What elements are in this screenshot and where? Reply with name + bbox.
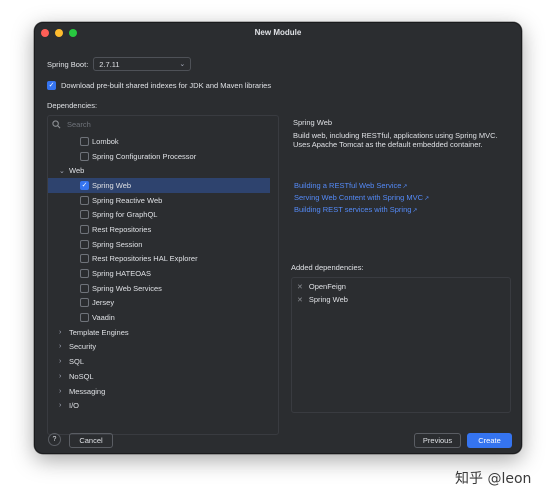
dependency-checkbox[interactable] [80,195,89,205]
dependency-label: Spring Session [92,239,143,249]
window-title: New Module [254,28,302,37]
spring-boot-version-select[interactable]: 2.7.11 ⌄ [93,57,192,71]
added-dependency-item: ✕ OpenFeign [297,282,346,291]
create-button[interactable]: Create [467,433,512,448]
dependencies-label: Dependencies: [47,101,98,110]
watermark: 知乎 @leon [455,471,532,487]
info-title: Spring Web [293,118,333,127]
dependency-rest-repositories[interactable]: Rest Repositories [48,222,278,237]
external-link-icon: ↗ [424,196,430,202]
help-button[interactable]: ? [48,433,61,446]
dependency-spring-for-graphql[interactable]: Spring for GraphQL [48,207,278,222]
dependency-checkbox[interactable] [80,313,89,323]
category-label: Security [69,342,97,352]
dependency-label: Vaadin [92,313,115,323]
search-icon [52,120,61,129]
dependency-spring-session[interactable]: Spring Session [48,237,278,252]
chevron-right-icon[interactable]: › [59,343,61,350]
guide-link[interactable]: Building a RESTful Web Service↗ [294,181,407,190]
category-messaging[interactable]: › Messaging [48,384,278,399]
dependency-checkbox[interactable] [80,136,89,146]
guide-link-text: Serving Web Content with Spring MVC [294,193,424,202]
chevron-right-icon[interactable]: › [59,329,61,336]
category-nosql[interactable]: › NoSQL [48,369,278,384]
category-sql[interactable]: › SQL [48,354,278,369]
added-dependencies-list: ✕ OpenFeign ✕ Spring Web [291,277,511,413]
dependency-checkbox[interactable] [80,254,89,264]
dependency-label: Spring Web [92,180,132,190]
download-indexes-checkbox[interactable]: ✓ [47,81,56,90]
dependencies-tree: Lombok Spring Configuration Processor ⌄ … [48,134,278,413]
guide-link[interactable]: Serving Web Content with Spring MVC↗ [294,193,429,202]
search-input[interactable]: Search [67,120,91,129]
download-indexes-row: ✓ Download pre-built shared indexes for … [47,81,271,90]
dependency-checkbox[interactable] [80,210,89,220]
chevron-down-icon[interactable]: ⌄ [59,167,65,175]
category-template-engines[interactable]: › Template Engines [48,325,278,340]
spring-boot-version-value: 2.7.11 [99,59,120,69]
dependency-label: Spring Configuration Processor [92,151,197,161]
guide-link-text: Building REST services with Spring [294,205,412,214]
dependency-label: Spring Reactive Web [92,195,163,205]
dependency-checkbox[interactable] [80,224,89,234]
dependency-rest-repositories-hal-explorer[interactable]: Rest Repositories HAL Explorer [48,252,278,267]
spring-boot-row: Spring Boot: 2.7.11 ⌄ [47,57,192,71]
chevron-down-icon: ⌄ [179,61,186,68]
new-module-dialog: New Module Spring Boot: 2.7.11 ⌄ ✓ Downl… [34,22,522,454]
external-link-icon: ↗ [402,184,408,190]
remove-icon[interactable]: ✕ [297,283,303,291]
dependency-label: Spring for GraphQL [92,210,158,220]
dependency-info-panel: Spring Web Build web, including RESTful,… [291,115,511,265]
dependency-label: Spring HATEOAS [92,269,152,279]
added-dependency-label: Spring Web [308,295,348,304]
dependency-label: Spring Web Services [92,283,162,293]
category-security[interactable]: › Security [48,340,278,355]
dependency-label: Lombok [92,136,119,146]
download-indexes-label: Download pre-built shared indexes for JD… [61,81,272,90]
category-web[interactable]: ⌄ Web [48,163,278,178]
category-label: Web [69,166,85,176]
title-bar: New Module [35,23,521,43]
dependency-spring-web-services[interactable]: Spring Web Services [48,281,278,296]
category-label: I/O [69,401,80,411]
dependency-spring-configuration-processor[interactable]: Spring Configuration Processor [48,149,278,164]
remove-icon[interactable]: ✕ [297,296,303,304]
dependency-jersey[interactable]: Jersey [48,296,278,311]
dependency-checkbox[interactable] [80,151,89,161]
guide-link-text: Building a RESTful Web Service [294,181,402,190]
dependency-label: Rest Repositories HAL Explorer [92,254,198,264]
chevron-right-icon[interactable]: › [59,402,61,409]
dependency-label: Jersey [92,298,115,308]
search-field[interactable]: Search [52,120,91,129]
category-io[interactable]: › I/O [48,398,278,413]
chevron-right-icon[interactable]: › [59,373,61,380]
dependencies-tree-panel: Search Lombok Spring Configuration Proce… [47,115,279,435]
category-label: SQL [69,357,85,367]
added-dependencies-label: Added dependencies: [291,263,364,272]
added-dependency-item: ✕ Spring Web [297,295,348,304]
dependency-spring-reactive-web[interactable]: Spring Reactive Web [48,193,278,208]
dependency-checkbox[interactable]: ✓ [80,180,89,190]
dependency-spring-web[interactable]: ✓ Spring Web [48,178,270,193]
dependency-spring-hateoas[interactable]: Spring HATEOAS [48,266,278,281]
category-label: Template Engines [69,327,129,337]
guide-link[interactable]: Building REST services with Spring↗ [294,205,417,214]
external-link-icon: ↗ [412,208,418,214]
previous-button[interactable]: Previous [414,433,461,448]
category-label: NoSQL [69,371,94,381]
spring-boot-label: Spring Boot: [47,59,89,69]
dependency-checkbox[interactable] [80,298,89,308]
chevron-right-icon[interactable]: › [59,358,61,365]
dependency-vaadin[interactable]: Vaadin [48,310,278,325]
info-description: Build web, including RESTful, applicatio… [293,131,498,149]
dependency-label: Rest Repositories [92,224,152,234]
chevron-right-icon[interactable]: › [59,388,61,395]
cancel-button[interactable]: Cancel [69,433,113,448]
category-label: Messaging [69,386,106,396]
dependency-checkbox[interactable] [80,239,89,249]
added-dependency-label: OpenFeign [308,282,346,291]
dependency-lombok[interactable]: Lombok [48,134,278,149]
dependency-checkbox[interactable] [80,269,89,279]
dependency-checkbox[interactable] [80,283,89,293]
